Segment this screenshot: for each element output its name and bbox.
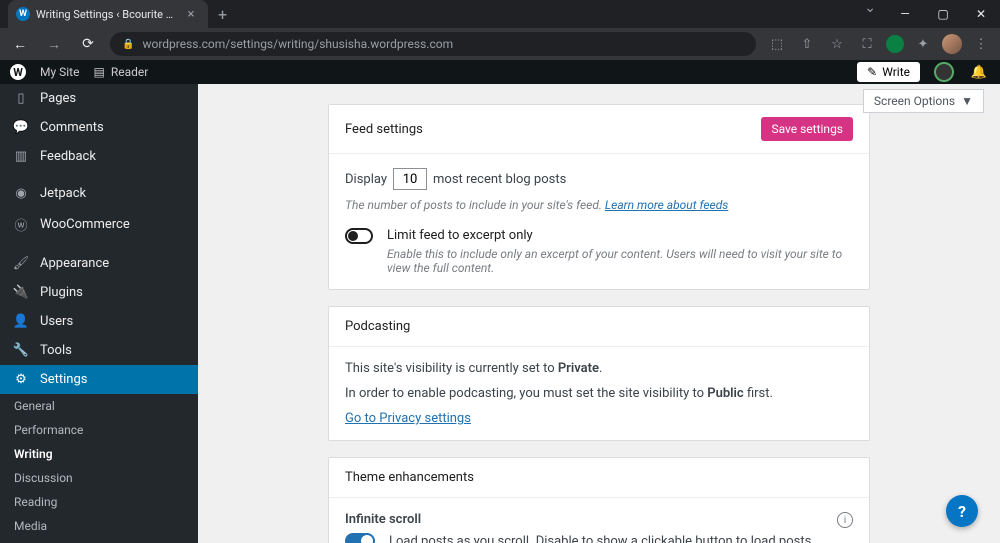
privacy-settings-link[interactable]: Go to Privacy settings: [345, 411, 471, 426]
sidebar-sub-reading[interactable]: Reading: [0, 490, 198, 514]
comment-icon: 💬: [12, 120, 30, 135]
sidebar-item-jetpack[interactable]: ◉Jetpack: [0, 179, 198, 208]
my-site-link[interactable]: My Site: [40, 65, 79, 79]
sidebar-sub-general[interactable]: General: [0, 394, 198, 418]
infinite-scroll-desc: Load posts as you scroll. Disable to sho…: [389, 534, 815, 543]
info-icon[interactable]: i: [837, 512, 853, 528]
feed-hint: The number of posts to include in your s…: [345, 198, 853, 212]
sidebar-sub-discussion[interactable]: Discussion: [0, 466, 198, 490]
excerpt-toggle-label: Limit feed to excerpt only: [387, 228, 853, 243]
sidebar-sub-hosting[interactable]: Hosting Configuration: [0, 538, 198, 543]
infinite-scroll-title: Infinite scroll: [345, 512, 823, 527]
theme-enhancements-panel: Theme enhancements Infinite scroll Load …: [328, 457, 870, 543]
jetpack-icon: ◉: [12, 186, 30, 201]
maximize-button[interactable]: ▢: [924, 0, 962, 28]
plug-icon: 🔌: [12, 285, 30, 300]
excerpt-toggle[interactable]: [345, 228, 373, 244]
url-text: wordpress.com/settings/writing/shusisha.…: [142, 37, 453, 51]
theme-enhancements-title: Theme enhancements: [345, 470, 474, 485]
display-label: Display: [345, 172, 387, 187]
feed-settings-panel: Feed settings Save settings Display most…: [328, 104, 870, 290]
wrench-icon: 🔧: [12, 343, 30, 358]
reload-button[interactable]: ⟳: [76, 32, 100, 56]
podcasting-panel: Podcasting This site's visibility is cur…: [328, 306, 870, 441]
browser-toolbar: ← → ⟳ 🔒 wordpress.com/settings/writing/s…: [0, 28, 1000, 60]
sidebar-item-appearance[interactable]: 🖌Appearance: [0, 249, 198, 278]
sidebar-item-settings[interactable]: ⚙Settings: [0, 365, 198, 394]
feed-count-input[interactable]: [393, 168, 427, 190]
podcast-visibility-line: This site's visibility is currently set …: [345, 361, 853, 376]
podcasting-title: Podcasting: [345, 319, 410, 334]
lock-icon: 🔒: [122, 39, 134, 50]
sidebar-item-feedback[interactable]: ▥Feedback: [0, 142, 198, 171]
extension-icon[interactable]: [886, 35, 904, 53]
sliders-icon: ⚙: [12, 372, 30, 387]
notifications-icon[interactable]: 🔔: [968, 61, 990, 83]
pencil-icon: ✎: [867, 65, 877, 79]
user-icon: 👤: [12, 314, 30, 329]
extensions-puzzle-icon[interactable]: ✦: [912, 33, 934, 55]
wordpress-favicon-icon: W: [16, 7, 30, 21]
brush-icon: 🖌: [12, 256, 30, 271]
sidebar-item-comments[interactable]: 💬Comments: [0, 113, 198, 142]
admin-sidebar: ▯Pages 💬Comments ▥Feedback ◉Jetpack ⓦWoo…: [0, 84, 198, 543]
page-icon: ▯: [12, 91, 30, 106]
sidebar-sub-media[interactable]: Media: [0, 514, 198, 538]
podcast-public-line: In order to enable podcasting, you must …: [345, 386, 853, 401]
main-content: Screen Options▼ Feed settings Save setti…: [198, 84, 1000, 543]
save-settings-button[interactable]: Save settings: [761, 117, 853, 141]
sidebar-sub-performance[interactable]: Performance: [0, 418, 198, 442]
sidebar-item-pages[interactable]: ▯Pages: [0, 84, 198, 113]
cast-icon[interactable]: ⛶: [856, 33, 878, 55]
install-app-icon[interactable]: ⬚: [766, 33, 788, 55]
sidebar-sub-writing[interactable]: Writing: [0, 442, 198, 466]
forward-button[interactable]: →: [42, 32, 66, 56]
learn-more-feeds-link[interactable]: Learn more about feeds: [605, 198, 728, 212]
screen-options-button[interactable]: Screen Options▼: [863, 89, 984, 113]
feed-panel-title: Feed settings: [345, 122, 761, 137]
reader-icon: ▤: [93, 65, 104, 79]
sidebar-item-users[interactable]: 👤Users: [0, 307, 198, 336]
wordpress-logo-icon: W: [10, 64, 26, 80]
address-bar[interactable]: 🔒 wordpress.com/settings/writing/shusish…: [110, 32, 756, 56]
woo-icon: ⓦ: [12, 215, 30, 234]
bookmark-icon[interactable]: ☆: [826, 33, 848, 55]
reader-link[interactable]: ▤Reader: [93, 65, 148, 79]
chevron-down-icon[interactable]: ⌄: [864, 0, 876, 28]
infinite-scroll-toggle[interactable]: [345, 533, 375, 543]
close-window-button[interactable]: ✕: [962, 0, 1000, 28]
browser-tab[interactable]: W Writing Settings ‹ Bcourite — Wo ×: [8, 0, 208, 28]
browser-titlebar: W Writing Settings ‹ Bcourite — Wo × + ⌄…: [0, 0, 1000, 28]
sidebar-item-tools[interactable]: 🔧Tools: [0, 336, 198, 365]
chevron-down-icon: ▼: [961, 94, 973, 108]
help-fab-button[interactable]: ?: [946, 495, 978, 527]
menu-dots-icon[interactable]: ⋮: [970, 33, 992, 55]
wp-admin-bar: W My Site ▤Reader ✎Write 🔔: [0, 60, 1000, 84]
minimize-button[interactable]: —: [886, 0, 924, 28]
display-suffix: most recent blog posts: [433, 172, 566, 187]
back-button[interactable]: ←: [8, 32, 32, 56]
new-tab-button[interactable]: +: [218, 5, 227, 24]
profile-avatar-icon[interactable]: [942, 34, 962, 54]
share-icon[interactable]: ⇧: [796, 33, 818, 55]
excerpt-toggle-desc: Enable this to include only an excerpt o…: [387, 247, 853, 275]
write-button[interactable]: ✎Write: [857, 62, 920, 82]
close-tab-icon[interactable]: ×: [184, 7, 198, 21]
sidebar-item-plugins[interactable]: 🔌Plugins: [0, 278, 198, 307]
sidebar-item-woocommerce[interactable]: ⓦWooCommerce: [0, 208, 198, 241]
feedback-icon: ▥: [12, 149, 30, 164]
tab-title: Writing Settings ‹ Bcourite — Wo: [36, 8, 178, 21]
user-avatar-icon[interactable]: [934, 62, 954, 82]
wp-logo-item[interactable]: W: [10, 64, 26, 80]
